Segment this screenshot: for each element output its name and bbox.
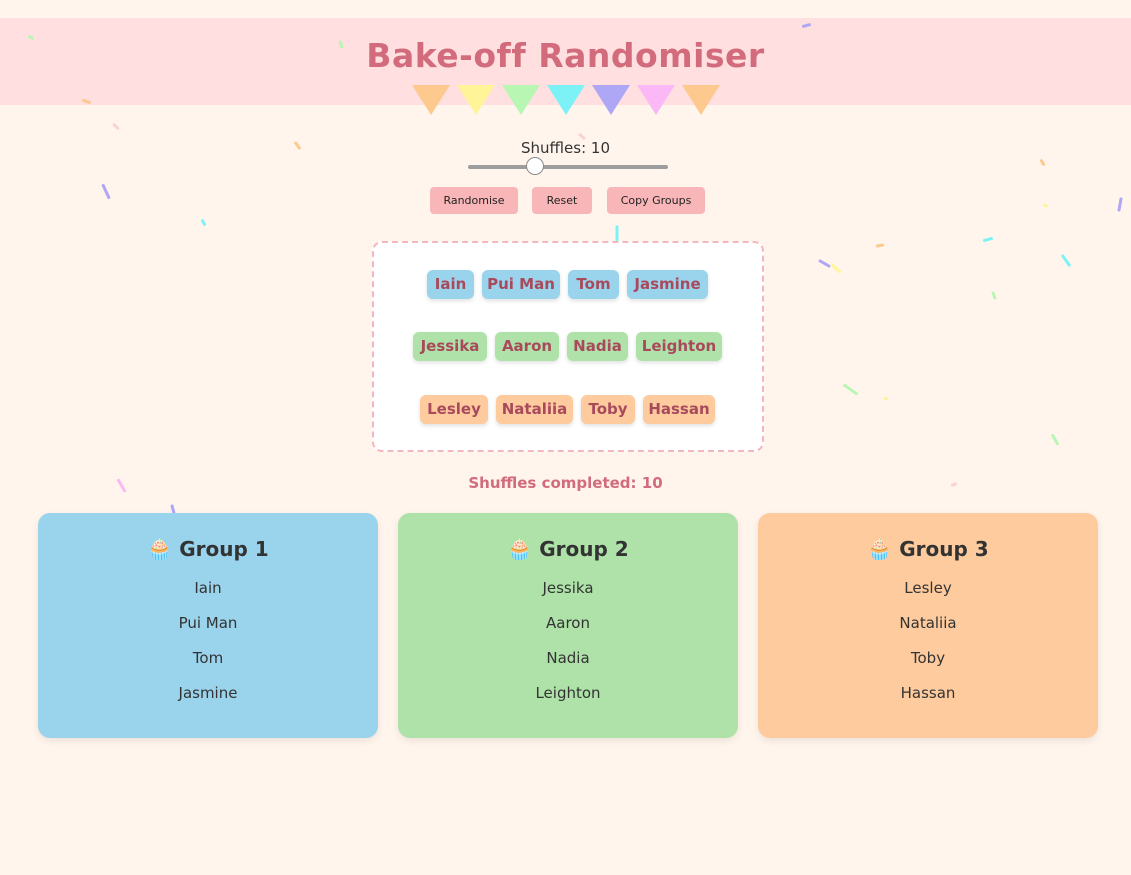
cupcake-icon: 🧁 — [147, 537, 173, 561]
name-chip: Aaron — [495, 332, 559, 361]
group-title: 🧁 Group 2 — [398, 537, 738, 561]
confetti-piece — [1117, 197, 1123, 212]
cupcake-icon: 🧁 — [507, 537, 533, 561]
group-member: Jasmine — [178, 684, 238, 702]
confetti-piece — [1050, 433, 1060, 446]
confetti-piece — [615, 225, 619, 242]
name-chip: Toby — [581, 395, 635, 424]
bunting-flag — [637, 85, 675, 115]
group-card: 🧁 Group 2 Jessika Aaron Nadia Leighton — [398, 513, 738, 738]
confetti-piece — [830, 263, 842, 274]
bunting-flag — [592, 85, 630, 115]
name-chip: Jessika — [413, 332, 487, 361]
confetti-piece — [842, 383, 859, 396]
confetti-piece — [101, 183, 111, 200]
bunting-flag — [412, 85, 450, 115]
confetti-piece — [818, 258, 831, 269]
group-member: Nataliia — [899, 614, 957, 632]
group-member: Hassan — [900, 684, 956, 702]
name-chip: Lesley — [420, 395, 488, 424]
name-pool-box: Iain Pui Man Tom Jasmine Jessika Aaron N… — [372, 241, 764, 452]
confetti-piece — [1039, 158, 1046, 167]
shuffles-slider[interactable] — [468, 157, 668, 175]
copy-groups-button[interactable]: Copy Groups — [607, 187, 705, 214]
name-chip: Nadia — [567, 332, 628, 361]
name-chip: Jasmine — [627, 270, 708, 299]
name-chip: Nataliia — [496, 395, 573, 424]
group-member: Leighton — [535, 684, 601, 702]
bunting-decoration — [412, 85, 727, 117]
confetti-piece — [112, 122, 120, 131]
shuffles-slider-thumb[interactable] — [526, 157, 544, 175]
group-member: Lesley — [904, 579, 952, 597]
group-member: Pui Man — [178, 614, 238, 632]
name-chip: Hassan — [643, 395, 715, 424]
name-chip: Pui Man — [482, 270, 560, 299]
page-title: Bake-off Randomiser — [366, 36, 765, 75]
cupcake-icon: 🧁 — [867, 537, 893, 561]
group-title-text: Group 2 — [539, 537, 629, 561]
group-title: 🧁 Group 3 — [758, 537, 1098, 561]
confetti-piece — [1060, 253, 1072, 268]
group-member: Aaron — [546, 614, 590, 632]
bunting-flag — [547, 85, 585, 115]
confetti-piece — [875, 243, 885, 248]
group-title-text: Group 1 — [179, 537, 269, 561]
group-title-text: Group 3 — [899, 537, 989, 561]
confetti-piece — [991, 291, 997, 300]
group-member: Nadia — [546, 649, 590, 667]
reset-button[interactable]: Reset — [532, 187, 592, 214]
shuffles-slider-label: Shuffles: 10 — [521, 139, 610, 157]
bunting-flag — [457, 85, 495, 115]
confetti-piece — [883, 396, 889, 401]
group-member: Iain — [194, 579, 222, 597]
shuffles-completed-status: Shuffles completed: 10 — [468, 474, 663, 492]
confetti-piece — [982, 236, 994, 243]
randomise-button[interactable]: Randomise — [430, 187, 518, 214]
bunting-flag — [682, 85, 720, 115]
group-member: Jessika — [542, 579, 594, 597]
confetti-piece — [1042, 203, 1049, 208]
bunting-flag — [502, 85, 540, 115]
name-chip: Leighton — [636, 332, 722, 361]
group-card: 🧁 Group 1 Iain Pui Man Tom Jasmine — [38, 513, 378, 738]
group-member: Tom — [192, 649, 224, 667]
confetti-piece — [200, 218, 207, 227]
group-title: 🧁 Group 1 — [38, 537, 378, 561]
group-member: Toby — [910, 649, 946, 667]
group-card: 🧁 Group 3 Lesley Nataliia Toby Hassan — [758, 513, 1098, 738]
name-chip: Tom — [568, 270, 619, 299]
name-chip: Iain — [427, 270, 474, 299]
